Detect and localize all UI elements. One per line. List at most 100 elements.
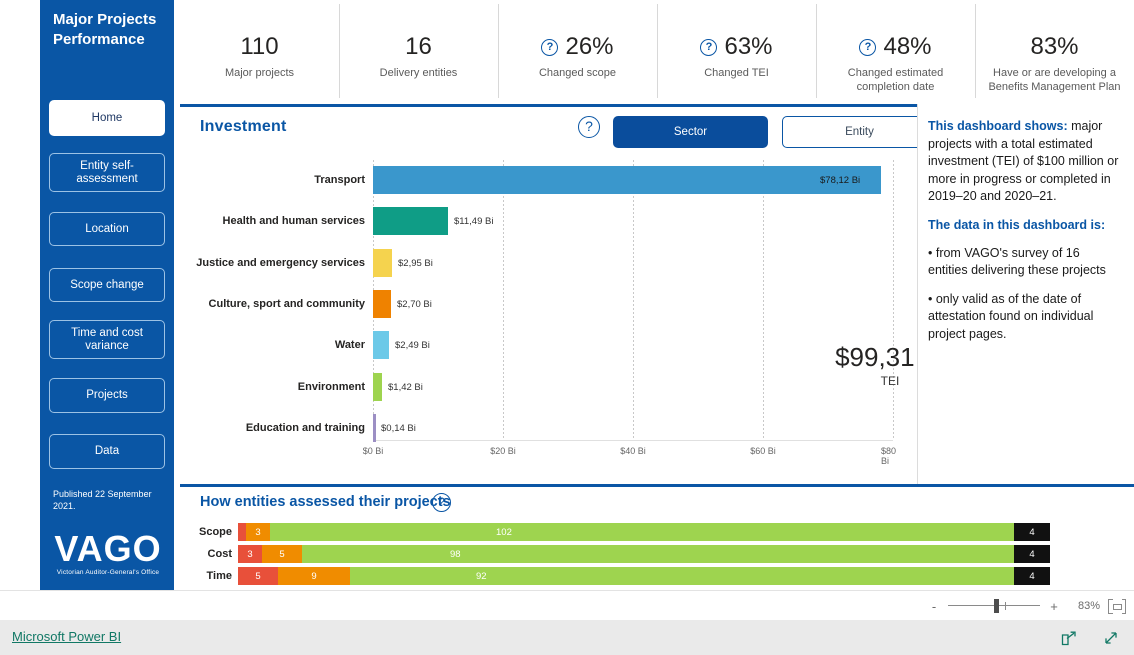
kpi-value: 63% — [724, 33, 773, 60]
segment-orange[interactable]: 9 — [278, 567, 350, 585]
segment-black[interactable]: 4 — [1014, 523, 1050, 541]
axis-tick-label: $20 Bi — [490, 446, 516, 456]
info-panel: This dashboard shows: major projects wit… — [917, 104, 1134, 484]
zoom-in-button[interactable]: + — [1048, 599, 1060, 614]
vago-tagline: Victorian Auditor-General's Office — [56, 569, 160, 576]
sidebar-item-projects[interactable]: Projects — [49, 378, 165, 413]
assessment-panel: How entities assessed their projects ? S… — [180, 484, 1134, 590]
vago-wordmark: VAGO — [54, 528, 162, 569]
kpi-card-changed-scope: ? 26% Changed scope — [498, 0, 657, 104]
toggle-entity[interactable]: Entity — [782, 116, 937, 148]
share-icon[interactable] — [1060, 629, 1078, 647]
sidebar-item-home[interactable]: Home — [49, 100, 165, 136]
segment-orange[interactable]: 5 — [262, 545, 302, 563]
kpi-strip: 110 Major projects 16 Delivery entities … — [180, 0, 1134, 104]
kpi-value: 83% — [1030, 33, 1079, 60]
info-paragraph-1: This dashboard shows: major projects wit… — [928, 118, 1122, 206]
stacked-bar-row-cost[interactable]: Cost 3 5 98 4 — [180, 545, 1134, 563]
sidebar-item-location[interactable]: Location — [49, 212, 165, 246]
bar-justice-and-emergency-services[interactable] — [373, 249, 392, 277]
help-icon[interactable]: ? — [432, 493, 451, 512]
help-icon[interactable]: ? — [859, 38, 877, 56]
bar-value-label: $1,42 Bi — [388, 381, 423, 393]
zoom-slider-thumb[interactable] — [994, 599, 999, 613]
stacked-bar-label: Scope — [198, 526, 232, 538]
segment-black[interactable]: 4 — [1014, 567, 1050, 585]
help-icon[interactable]: ? — [578, 116, 600, 138]
axis-tick-label: $0 Bi — [362, 446, 384, 456]
assessment-title: How entities assessed their projects — [200, 494, 451, 510]
bar-water[interactable] — [373, 331, 389, 359]
axis-tick-label: $60 Bi — [750, 446, 776, 456]
bar-category-label: Culture, sport and community — [208, 298, 365, 310]
sidebar-item-scope-change[interactable]: Scope change — [49, 268, 165, 302]
zoom-slider-notch — [1005, 602, 1006, 610]
bar-value-label: $0,14 Bi — [381, 422, 416, 434]
kpi-label: Changed estimated completion date — [847, 67, 944, 93]
zoom-slider[interactable] — [948, 599, 1040, 613]
info-heading-1: This dashboard shows — [928, 119, 1064, 133]
kpi-value: 16 — [405, 33, 432, 60]
zoom-control: - + 83% — [928, 591, 1126, 621]
kpi-value: 48% — [883, 33, 932, 60]
kpi-card-delivery-entities: 16 Delivery entities — [339, 0, 498, 104]
bar-education-and-training[interactable] — [373, 414, 376, 442]
stacked-bar-row-time[interactable]: Time 5 9 92 4 — [180, 567, 1134, 585]
bar-category-label: Water — [334, 339, 365, 351]
sidebar-item-data[interactable]: Data — [49, 434, 165, 469]
bar-row[interactable]: Justice and emergency services $2,95 Bi — [180, 243, 917, 283]
fullscreen-icon[interactable] — [1102, 629, 1120, 647]
bar-culture-sport-and-community[interactable] — [373, 290, 391, 318]
bar-row[interactable]: Transport $78,12 Bi — [180, 160, 917, 200]
stacked-bar-row-scope[interactable]: Scope 3 102 4 — [180, 523, 1134, 541]
sidebar-item-time-and-cost-variance[interactable]: Time and cost variance — [49, 320, 165, 359]
bar-value-label: $78,12 Bi — [820, 174, 861, 186]
zoom-out-button[interactable]: - — [928, 599, 940, 614]
kpi-label: Have or are developing a Benefits Manage… — [988, 67, 1121, 93]
kpi-card-changed-tei: ? 63% Changed TEI — [657, 0, 816, 104]
info-heading-2: The data in this dashboard is: — [928, 217, 1106, 232]
toggle-sector[interactable]: Sector — [613, 116, 768, 148]
fit-inner — [1113, 603, 1122, 610]
segment-red[interactable] — [238, 523, 246, 541]
bar-row[interactable]: Education and training $0,14 Bi — [180, 408, 917, 448]
bar-row[interactable]: Health and human services $11,49 Bi — [180, 201, 917, 241]
footer-icon-group — [1060, 620, 1120, 655]
info-bullet-2: • only valid as of the date of attestati… — [928, 291, 1094, 341]
segment-red[interactable]: 3 — [238, 545, 262, 563]
kpi-value: 26% — [565, 33, 614, 60]
bar-category-label: Environment — [297, 381, 365, 393]
bar-value-label: $2,49 Bi — [395, 339, 430, 351]
segment-black[interactable]: 4 — [1014, 545, 1050, 563]
bar-health-and-human-services[interactable] — [373, 207, 448, 235]
sidebar-item-label: Scope change — [70, 278, 144, 291]
segment-red[interactable]: 5 — [238, 567, 278, 585]
bar-row[interactable]: Culture, sport and community $2,70 Bi — [180, 284, 917, 324]
segment-green[interactable]: 98 — [302, 545, 1014, 563]
help-icon[interactable]: ? — [700, 38, 718, 56]
kpi-value: 110 — [240, 33, 279, 60]
stacked-bar-label: Time — [206, 570, 232, 582]
report-canvas: Major Projects Performance Home Entity s… — [0, 0, 1134, 590]
bar-transport[interactable] — [373, 166, 881, 194]
fit-to-page-icon[interactable] — [1108, 598, 1126, 614]
axis-tick-label: $80 Bi — [881, 446, 897, 466]
segment-green[interactable]: 102 — [270, 523, 1014, 541]
sidebar: Major Projects Performance Home Entity s… — [40, 0, 174, 590]
segment-green[interactable]: 92 — [350, 567, 1014, 585]
kpi-label: Changed scope — [538, 67, 617, 79]
sidebar-item-label: Data — [94, 445, 120, 457]
help-icon[interactable]: ? — [541, 38, 559, 56]
power-bi-link[interactable]: Microsoft Power BI — [12, 629, 121, 644]
panel-divider-bottom — [180, 484, 1134, 487]
bar-category-label: Education and training — [245, 422, 365, 434]
power-bi-report-window: Major Projects Performance Home Entity s… — [0, 0, 1134, 655]
segment-orange[interactable]: 3 — [246, 523, 270, 541]
bar-category-label: Health and human services — [222, 215, 365, 227]
sidebar-title: Major Projects Performance — [53, 11, 157, 48]
bar-environment[interactable] — [373, 373, 382, 401]
sidebar-item-entity-self-assessment[interactable]: Entity self-assessment — [49, 153, 165, 192]
